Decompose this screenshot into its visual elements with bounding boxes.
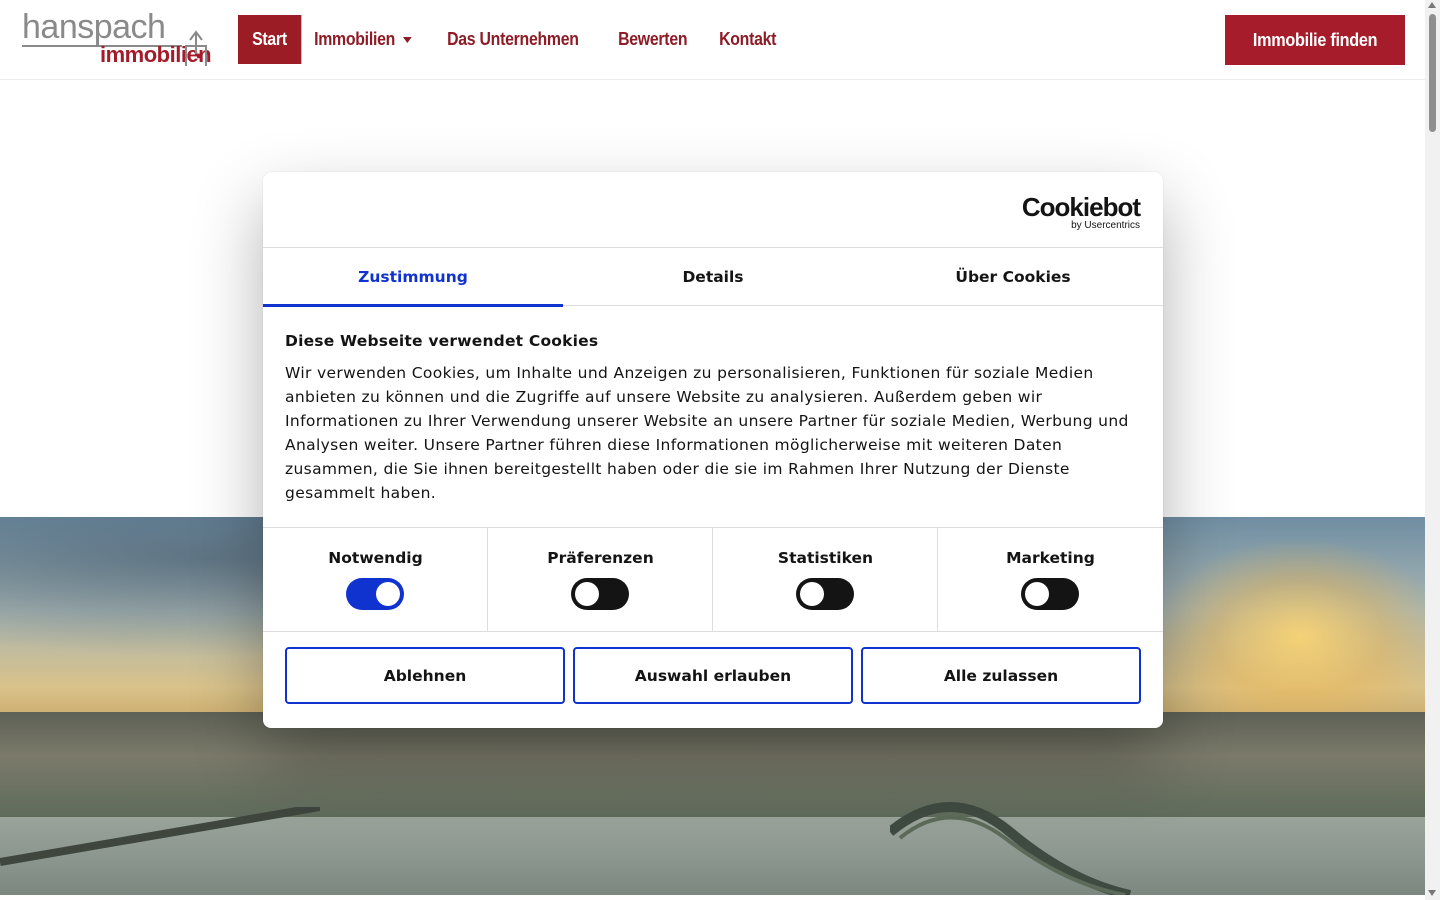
chevron-down-icon xyxy=(402,36,412,43)
nav-item-das-unternehmen[interactable]: Das Unternehmen xyxy=(433,15,593,64)
site-header: hanspach immobilien Start Immobilien Das… xyxy=(0,0,1425,80)
scrollbar-thumb[interactable] xyxy=(1429,14,1436,132)
toggle-switch-marketing[interactable] xyxy=(1021,578,1079,610)
cookie-dialog-title: Diese Webseite verwendet Cookies xyxy=(285,332,599,350)
cookie-dialog-body: Diese Webseite verwendet Cookies Wir ver… xyxy=(285,332,1141,505)
cookiebot-logo-text: Cookiebot xyxy=(1021,192,1141,222)
nav-item-start[interactable]: Start xyxy=(238,15,301,64)
toggle-knob xyxy=(1025,582,1049,606)
nav-item-immobilien[interactable]: Immobilien xyxy=(300,15,426,64)
tab-zustimmung[interactable]: Zustimmung xyxy=(263,248,563,307)
cookie-category-toggles: Notwendig Präferenzen Statistiken Market… xyxy=(263,527,1163,632)
cookie-dialog-tabs: Zustimmung Details Über Cookies xyxy=(263,248,1163,307)
find-property-label: Immobilie finden xyxy=(1252,29,1378,50)
nav-item-kontakt[interactable]: Kontakt xyxy=(705,15,790,64)
hero-sun-glow xyxy=(1150,537,1425,737)
toggle-knob xyxy=(575,582,599,606)
nav-item-label: Das Unternehmen xyxy=(446,29,579,49)
site-logo[interactable]: hanspach immobilien xyxy=(22,8,212,70)
allow-all-button[interactable]: Alle zulassen xyxy=(861,647,1141,704)
nav-item-label: Start xyxy=(252,29,287,49)
tab-label: Über Cookies xyxy=(955,268,1071,286)
toggle-knob xyxy=(800,582,824,606)
toggle-cell-statistiken: Statistiken xyxy=(713,528,938,632)
cookie-dialog-header: Cookiebot by Usercentrics xyxy=(263,172,1163,248)
cookie-consent-dialog: Cookiebot by Usercentrics Zustimmung Det… xyxy=(263,172,1163,728)
tab-label: Zustimmung xyxy=(358,268,468,286)
cookiebot-logo[interactable]: Cookiebot by Usercentrics xyxy=(1021,192,1141,231)
cookie-dialog-description: Wir verwenden Cookies, um Inhalte und An… xyxy=(285,364,1129,502)
toggle-switch-notwendig[interactable] xyxy=(346,578,404,610)
nav-item-label: Immobilien xyxy=(313,29,395,49)
tab-details[interactable]: Details xyxy=(563,248,863,306)
hero-bridge xyxy=(890,802,1132,895)
toggle-cell-notwendig: Notwendig xyxy=(263,528,488,632)
nav-item-label: Bewerten xyxy=(618,29,688,49)
find-property-button[interactable]: Immobilie finden xyxy=(1225,15,1405,65)
toggle-label-marketing: Marketing xyxy=(1006,549,1095,567)
toggle-knob xyxy=(376,582,400,606)
hero-bridge-left xyxy=(0,807,320,866)
toggle-label-notwendig: Notwendig xyxy=(328,549,423,567)
main-nav: Start Immobilien Das Unternehmen Bewerte… xyxy=(238,15,792,64)
tab-ueber-cookies[interactable]: Über Cookies xyxy=(863,248,1163,306)
house-icon xyxy=(185,30,207,66)
scroll-down-arrow-icon[interactable] xyxy=(1428,890,1436,896)
toggle-switch-statistiken[interactable] xyxy=(796,578,854,610)
toggle-label-statistiken: Statistiken xyxy=(777,549,874,567)
nav-item-label: Kontakt xyxy=(718,29,776,49)
toggle-cell-praeferenzen: Präferenzen xyxy=(488,528,713,632)
nav-item-bewerten[interactable]: Bewerten xyxy=(604,15,701,64)
allow-selection-button[interactable]: Auswahl erlauben xyxy=(573,647,853,704)
toggle-switch-praeferenzen[interactable] xyxy=(571,578,629,610)
page-scrollbar[interactable] xyxy=(1425,0,1440,900)
scroll-up-arrow-icon[interactable] xyxy=(1428,2,1436,8)
toggle-label-praeferenzen: Präferenzen xyxy=(547,549,654,567)
reject-button[interactable]: Ablehnen xyxy=(285,647,565,704)
cookie-dialog-actions: Ablehnen Auswahl erlauben Alle zulassen xyxy=(285,647,1141,704)
toggle-cell-marketing: Marketing xyxy=(938,528,1163,632)
tab-label: Details xyxy=(682,268,744,286)
hero-city xyxy=(0,712,1425,822)
